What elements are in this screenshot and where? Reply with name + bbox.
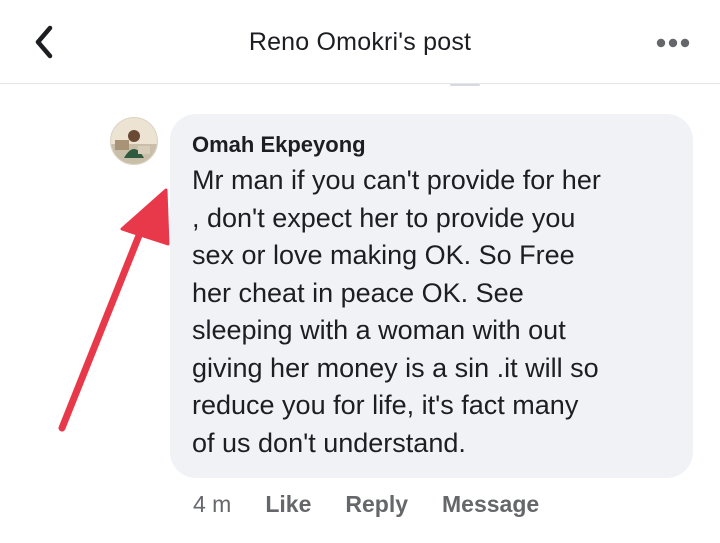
comment-line: of us don't understand. [192, 427, 466, 458]
profile-photo [111, 118, 157, 164]
scroll-indicator [450, 84, 480, 86]
reply-button[interactable]: Reply [345, 491, 408, 518]
more-options-button[interactable] [648, 28, 698, 58]
avatar[interactable] [110, 117, 158, 165]
comment-timestamp[interactable]: 4 m [193, 491, 231, 518]
comment-line: giving her money is a sin .it will so [192, 352, 599, 383]
comment-bubble: Omah Ekpeyong Mr man if you can't provid… [170, 114, 693, 478]
page-title: Reno Omokri's post [248, 28, 472, 56]
comment-author[interactable]: Omah Ekpeyong [192, 128, 673, 162]
comment-line: , don't expect her to provide you [192, 202, 576, 233]
comment-line: sex or love making OK. So Free [192, 240, 575, 270]
message-button[interactable]: Message [442, 491, 539, 518]
app-window: Reno Omokri's post Omah Ekpeyong Mr man … [0, 0, 720, 543]
comment-actions: 4 m Like Reply Message [193, 486, 573, 522]
comment-line: Mr man if you can't provide for her [192, 165, 601, 195]
comment-body: Mr man if you can't provide for her , do… [192, 162, 673, 462]
top-bar: Reno Omokri's post [0, 0, 720, 84]
comment-line: sleeping with a woman with out [192, 315, 566, 345]
like-button[interactable]: Like [265, 491, 311, 518]
comment-line: reduce you for life, it's fact many [192, 390, 579, 420]
more-horizontal-icon [656, 38, 690, 48]
comment-line: her cheat in peace OK. See [192, 277, 524, 308]
